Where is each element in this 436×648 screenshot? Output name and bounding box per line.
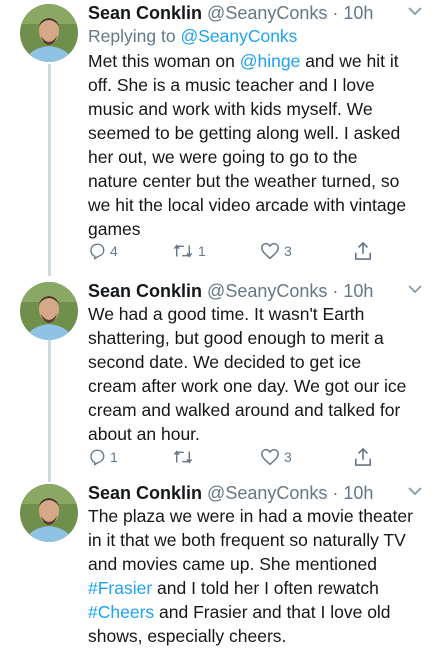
- tweet-text-line: off. She is a music teacher and I love: [88, 75, 375, 95]
- tweet-actions: 1 3: [88, 446, 388, 468]
- heart-icon: [261, 448, 279, 466]
- tweet-text-line: her out, we were going to go to the: [88, 147, 358, 167]
- tweet-text-line: #Cheers and Frasier and that I love old: [88, 602, 391, 622]
- like-button[interactable]: 3: [260, 240, 292, 262]
- tweet-text-line: cream and walked around and talked for: [88, 400, 401, 420]
- chevron-down-icon[interactable]: [408, 7, 422, 16]
- share-button[interactable]: [354, 240, 372, 262]
- tweet-text-line: Met this woman on @hinge and we hit it: [88, 51, 399, 71]
- replying-to-label: Replying to: [88, 26, 176, 46]
- tweet-text-line: music and work with kids myself. We: [88, 99, 373, 119]
- author-name[interactable]: Sean Conklin: [88, 281, 202, 301]
- tweet-text-line: second date. We decided to get ice: [88, 352, 362, 372]
- author-name[interactable]: Sean Conklin: [88, 483, 202, 503]
- retweet-button[interactable]: [172, 446, 198, 468]
- reply-count: 4: [110, 243, 118, 259]
- reply-button[interactable]: 1: [88, 446, 118, 468]
- tweet-text-line: games: [88, 219, 141, 239]
- hashtag-link[interactable]: #Cheers: [88, 602, 154, 622]
- tweet-text-line: and movies came up. She mentioned: [88, 554, 377, 574]
- tweet-text: The plaza we were in had a movie theater…: [88, 504, 422, 648]
- tweet-thread: Sean Conklin @SeanyConks · 10h Replying …: [0, 0, 436, 646]
- replying-to-handle[interactable]: @SeanyConks: [180, 26, 297, 46]
- tweet-text-line: we hit the local video arcade with vinta…: [88, 195, 407, 215]
- tweet[interactable]: Sean Conklin @SeanyConks · 10h The plaza…: [0, 480, 436, 646]
- share-icon: [354, 241, 372, 260]
- like-button[interactable]: 3: [260, 446, 292, 468]
- avatar[interactable]: [20, 484, 78, 542]
- tweet-actions: 4 1 3: [88, 240, 388, 262]
- author-handle[interactable]: @SeanyConks: [207, 281, 327, 301]
- share-button[interactable]: [354, 446, 372, 468]
- like-count: 3: [284, 243, 292, 259]
- reply-icon: [90, 243, 105, 260]
- tweet-text-line: #Frasier and I told her I often rewatch: [88, 578, 379, 598]
- tweet-header: Sean Conklin @SeanyConks · 10h: [88, 281, 374, 301]
- tweet-text-line: The plaza we were in had a movie theater: [88, 506, 413, 526]
- retweet-icon: [173, 450, 193, 464]
- reply-icon: [90, 449, 105, 466]
- tweet[interactable]: Sean Conklin @SeanyConks · 10h We had a …: [0, 278, 436, 478]
- tweet-timestamp[interactable]: 10h: [343, 483, 373, 503]
- share-icon: [354, 447, 372, 466]
- tweet-text-line: nature center but the weather turned, so: [88, 171, 400, 191]
- tweet-text-line: in it that we both frequent so naturally…: [88, 530, 406, 550]
- tweet-text-line: seemed to be getting along well. I asked: [88, 123, 401, 143]
- retweet-count: 1: [198, 243, 206, 259]
- tweet-text-line: shows, especially cheers.: [88, 626, 287, 646]
- hashtag-link[interactable]: #Frasier: [88, 578, 152, 598]
- avatar[interactable]: [20, 4, 78, 62]
- tweet-text-line: We had a good time. It wasn't Earth: [88, 304, 365, 324]
- tweet-text: Met this woman on @hinge and we hit it o…: [88, 49, 422, 241]
- heart-icon: [261, 242, 279, 260]
- chevron-down-icon[interactable]: [408, 487, 422, 496]
- tweet-text-line: cream after work one day. We got our ice: [88, 376, 407, 396]
- chevron-down-icon[interactable]: [408, 285, 422, 294]
- author-handle[interactable]: @SeanyConks: [207, 3, 327, 23]
- tweet-timestamp[interactable]: 10h: [343, 3, 373, 23]
- avatar[interactable]: [20, 282, 78, 340]
- author-name[interactable]: Sean Conklin: [88, 3, 202, 23]
- tweet[interactable]: Sean Conklin @SeanyConks · 10h Replying …: [0, 0, 436, 275]
- tweet-header: Sean Conklin @SeanyConks · 10h: [88, 3, 374, 23]
- retweet-icon: [173, 244, 193, 258]
- replying-to: Replying to @SeanyConks: [88, 24, 297, 48]
- mention-link[interactable]: @hinge: [240, 51, 301, 71]
- tweet-header: Sean Conklin @SeanyConks · 10h: [88, 483, 374, 503]
- author-handle[interactable]: @SeanyConks: [207, 483, 327, 503]
- tweet-text-line: shattering, but good enough to merit a: [88, 328, 384, 348]
- tweet-text: We had a good time. It wasn't Earth shat…: [88, 302, 422, 446]
- like-count: 3: [284, 449, 292, 465]
- retweet-button[interactable]: 1: [172, 240, 206, 262]
- reply-count: 1: [110, 449, 118, 465]
- reply-button[interactable]: 4: [88, 240, 118, 262]
- tweet-text-line: about an hour.: [88, 424, 200, 444]
- tweet-timestamp[interactable]: 10h: [343, 281, 373, 301]
